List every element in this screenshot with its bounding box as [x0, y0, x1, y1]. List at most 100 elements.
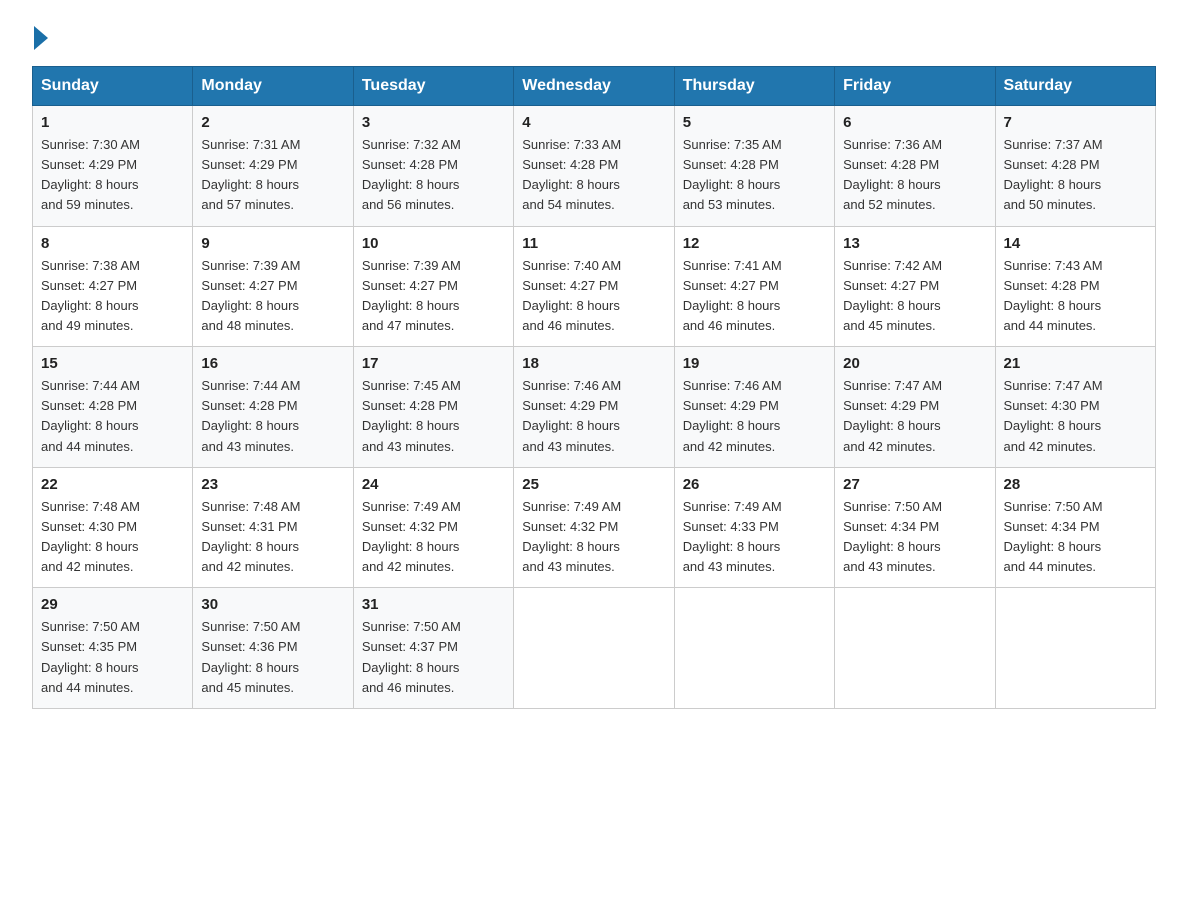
calendar-day-cell: 10 Sunrise: 7:39 AM Sunset: 4:27 PM Dayl…: [353, 226, 513, 347]
calendar-day-cell: 18 Sunrise: 7:46 AM Sunset: 4:29 PM Dayl…: [514, 347, 674, 468]
calendar-day-cell: 17 Sunrise: 7:45 AM Sunset: 4:28 PM Dayl…: [353, 347, 513, 468]
day-info: Sunrise: 7:39 AM Sunset: 4:27 PM Dayligh…: [362, 256, 505, 337]
calendar-day-cell: 8 Sunrise: 7:38 AM Sunset: 4:27 PM Dayli…: [33, 226, 193, 347]
day-number: 2: [201, 114, 344, 131]
calendar-day-cell: 2 Sunrise: 7:31 AM Sunset: 4:29 PM Dayli…: [193, 106, 353, 227]
day-number: 5: [683, 114, 826, 131]
day-info: Sunrise: 7:49 AM Sunset: 4:32 PM Dayligh…: [362, 497, 505, 578]
day-number: 14: [1004, 235, 1147, 252]
day-info: Sunrise: 7:49 AM Sunset: 4:33 PM Dayligh…: [683, 497, 826, 578]
day-number: 31: [362, 596, 505, 613]
day-info: Sunrise: 7:44 AM Sunset: 4:28 PM Dayligh…: [41, 376, 184, 457]
calendar-day-cell: 27 Sunrise: 7:50 AM Sunset: 4:34 PM Dayl…: [835, 467, 995, 588]
calendar-day-cell: 13 Sunrise: 7:42 AM Sunset: 4:27 PM Dayl…: [835, 226, 995, 347]
day-info: Sunrise: 7:40 AM Sunset: 4:27 PM Dayligh…: [522, 256, 665, 337]
day-number: 22: [41, 476, 184, 493]
day-info: Sunrise: 7:43 AM Sunset: 4:28 PM Dayligh…: [1004, 256, 1147, 337]
day-number: 17: [362, 355, 505, 372]
calendar-day-cell: 5 Sunrise: 7:35 AM Sunset: 4:28 PM Dayli…: [674, 106, 834, 227]
day-info: Sunrise: 7:33 AM Sunset: 4:28 PM Dayligh…: [522, 135, 665, 216]
day-number: 3: [362, 114, 505, 131]
header-friday: Friday: [835, 67, 995, 106]
day-info: Sunrise: 7:50 AM Sunset: 4:34 PM Dayligh…: [843, 497, 986, 578]
calendar-day-cell: [674, 588, 834, 709]
day-number: 21: [1004, 355, 1147, 372]
day-number: 8: [41, 235, 184, 252]
day-info: Sunrise: 7:38 AM Sunset: 4:27 PM Dayligh…: [41, 256, 184, 337]
day-info: Sunrise: 7:46 AM Sunset: 4:29 PM Dayligh…: [522, 376, 665, 457]
calendar-week-row: 8 Sunrise: 7:38 AM Sunset: 4:27 PM Dayli…: [33, 226, 1156, 347]
header-monday: Monday: [193, 67, 353, 106]
calendar-day-cell: 20 Sunrise: 7:47 AM Sunset: 4:29 PM Dayl…: [835, 347, 995, 468]
calendar-day-cell: 28 Sunrise: 7:50 AM Sunset: 4:34 PM Dayl…: [995, 467, 1155, 588]
header-thursday: Thursday: [674, 67, 834, 106]
day-info: Sunrise: 7:31 AM Sunset: 4:29 PM Dayligh…: [201, 135, 344, 216]
day-info: Sunrise: 7:32 AM Sunset: 4:28 PM Dayligh…: [362, 135, 505, 216]
calendar-day-cell: 31 Sunrise: 7:50 AM Sunset: 4:37 PM Dayl…: [353, 588, 513, 709]
day-number: 24: [362, 476, 505, 493]
calendar-day-cell: 15 Sunrise: 7:44 AM Sunset: 4:28 PM Dayl…: [33, 347, 193, 468]
calendar-week-row: 22 Sunrise: 7:48 AM Sunset: 4:30 PM Dayl…: [33, 467, 1156, 588]
day-info: Sunrise: 7:50 AM Sunset: 4:34 PM Dayligh…: [1004, 497, 1147, 578]
header-wednesday: Wednesday: [514, 67, 674, 106]
day-number: 1: [41, 114, 184, 131]
calendar-day-cell: 9 Sunrise: 7:39 AM Sunset: 4:27 PM Dayli…: [193, 226, 353, 347]
day-number: 16: [201, 355, 344, 372]
day-number: 29: [41, 596, 184, 613]
day-number: 23: [201, 476, 344, 493]
day-number: 18: [522, 355, 665, 372]
calendar-day-cell: 12 Sunrise: 7:41 AM Sunset: 4:27 PM Dayl…: [674, 226, 834, 347]
calendar-day-cell: 3 Sunrise: 7:32 AM Sunset: 4:28 PM Dayli…: [353, 106, 513, 227]
calendar-day-cell: 16 Sunrise: 7:44 AM Sunset: 4:28 PM Dayl…: [193, 347, 353, 468]
day-number: 12: [683, 235, 826, 252]
header-tuesday: Tuesday: [353, 67, 513, 106]
calendar-day-cell: [514, 588, 674, 709]
day-number: 11: [522, 235, 665, 252]
calendar-day-cell: 26 Sunrise: 7:49 AM Sunset: 4:33 PM Dayl…: [674, 467, 834, 588]
day-info: Sunrise: 7:30 AM Sunset: 4:29 PM Dayligh…: [41, 135, 184, 216]
day-number: 30: [201, 596, 344, 613]
day-number: 13: [843, 235, 986, 252]
calendar-day-cell: 21 Sunrise: 7:47 AM Sunset: 4:30 PM Dayl…: [995, 347, 1155, 468]
calendar-day-cell: 22 Sunrise: 7:48 AM Sunset: 4:30 PM Dayl…: [33, 467, 193, 588]
day-info: Sunrise: 7:50 AM Sunset: 4:37 PM Dayligh…: [362, 617, 505, 698]
calendar-day-cell: 24 Sunrise: 7:49 AM Sunset: 4:32 PM Dayl…: [353, 467, 513, 588]
calendar-day-cell: 14 Sunrise: 7:43 AM Sunset: 4:28 PM Dayl…: [995, 226, 1155, 347]
day-number: 27: [843, 476, 986, 493]
calendar-week-row: 29 Sunrise: 7:50 AM Sunset: 4:35 PM Dayl…: [33, 588, 1156, 709]
logo-arrow-icon: [34, 26, 48, 50]
day-info: Sunrise: 7:35 AM Sunset: 4:28 PM Dayligh…: [683, 135, 826, 216]
day-info: Sunrise: 7:36 AM Sunset: 4:28 PM Dayligh…: [843, 135, 986, 216]
day-number: 20: [843, 355, 986, 372]
calendar-week-row: 15 Sunrise: 7:44 AM Sunset: 4:28 PM Dayl…: [33, 347, 1156, 468]
calendar-week-row: 1 Sunrise: 7:30 AM Sunset: 4:29 PM Dayli…: [33, 106, 1156, 227]
day-number: 6: [843, 114, 986, 131]
header-saturday: Saturday: [995, 67, 1155, 106]
calendar-day-cell: 25 Sunrise: 7:49 AM Sunset: 4:32 PM Dayl…: [514, 467, 674, 588]
day-info: Sunrise: 7:48 AM Sunset: 4:30 PM Dayligh…: [41, 497, 184, 578]
calendar-day-cell: 4 Sunrise: 7:33 AM Sunset: 4:28 PM Dayli…: [514, 106, 674, 227]
logo: [32, 24, 48, 46]
calendar-day-cell: 1 Sunrise: 7:30 AM Sunset: 4:29 PM Dayli…: [33, 106, 193, 227]
day-number: 26: [683, 476, 826, 493]
page-header: [32, 24, 1156, 46]
day-number: 25: [522, 476, 665, 493]
day-number: 10: [362, 235, 505, 252]
calendar-day-cell: [835, 588, 995, 709]
calendar-day-cell: 23 Sunrise: 7:48 AM Sunset: 4:31 PM Dayl…: [193, 467, 353, 588]
day-number: 9: [201, 235, 344, 252]
day-number: 28: [1004, 476, 1147, 493]
day-info: Sunrise: 7:47 AM Sunset: 4:30 PM Dayligh…: [1004, 376, 1147, 457]
day-number: 19: [683, 355, 826, 372]
day-info: Sunrise: 7:46 AM Sunset: 4:29 PM Dayligh…: [683, 376, 826, 457]
day-info: Sunrise: 7:41 AM Sunset: 4:27 PM Dayligh…: [683, 256, 826, 337]
calendar-day-cell: 19 Sunrise: 7:46 AM Sunset: 4:29 PM Dayl…: [674, 347, 834, 468]
day-info: Sunrise: 7:44 AM Sunset: 4:28 PM Dayligh…: [201, 376, 344, 457]
day-info: Sunrise: 7:49 AM Sunset: 4:32 PM Dayligh…: [522, 497, 665, 578]
day-number: 15: [41, 355, 184, 372]
calendar-day-cell: 6 Sunrise: 7:36 AM Sunset: 4:28 PM Dayli…: [835, 106, 995, 227]
day-number: 7: [1004, 114, 1147, 131]
calendar-table: SundayMondayTuesdayWednesdayThursdayFrid…: [32, 66, 1156, 709]
day-info: Sunrise: 7:39 AM Sunset: 4:27 PM Dayligh…: [201, 256, 344, 337]
day-info: Sunrise: 7:48 AM Sunset: 4:31 PM Dayligh…: [201, 497, 344, 578]
